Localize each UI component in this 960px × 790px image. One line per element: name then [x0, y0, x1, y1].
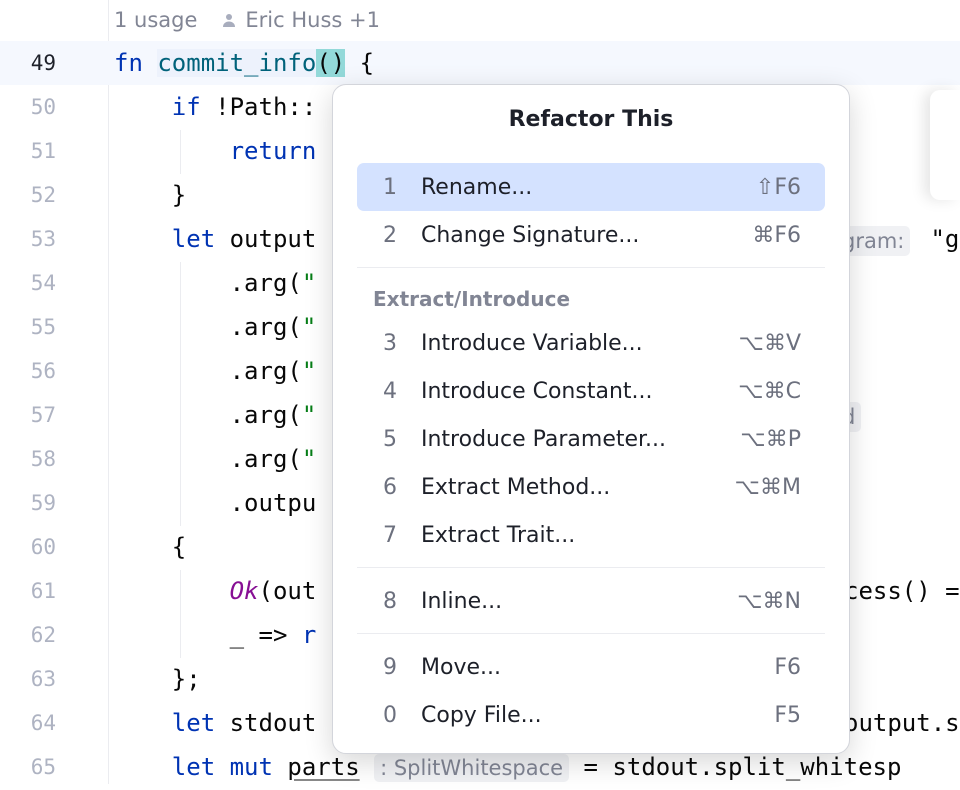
line-number: 63: [30, 667, 56, 691]
refactor-this-popup[interactable]: Refactor This 1 Rename... ⇧F6 2 Change S…: [332, 84, 850, 754]
code-fragment: "g: [916, 225, 960, 253]
code-text: let output: [114, 225, 317, 253]
item-shortcut: ⌥⌘N: [737, 588, 801, 614]
line-number: 61: [30, 579, 56, 603]
code-text: _ => r: [114, 621, 317, 649]
menu-item-introduce-variable[interactable]: 3 Introduce Variable... ⌥⌘V: [357, 319, 825, 367]
variable-parts[interactable]: parts: [287, 753, 359, 781]
item-shortcut: ⌥⌘C: [738, 378, 801, 404]
code-text: {: [114, 533, 187, 561]
line-number: 50: [30, 95, 56, 119]
code-text: .arg(": [114, 313, 317, 341]
code-text: .arg(": [114, 269, 317, 297]
menu-item-change-signature[interactable]: 2 Change Signature... ⌘F6: [357, 211, 825, 259]
item-number: 0: [383, 702, 397, 728]
line-number: 54: [30, 271, 56, 295]
code-text: fn commit_info() {: [114, 41, 374, 85]
item-shortcut: F5: [774, 702, 801, 728]
code-text: if !Path::: [114, 93, 317, 121]
item-number: 6: [383, 474, 397, 500]
menu-item-rename[interactable]: 1 Rename... ⇧F6: [357, 163, 825, 211]
item-label: Change Signature...: [421, 222, 640, 248]
code-rest: {: [345, 49, 375, 77]
line-number: 57: [30, 403, 56, 427]
item-shortcut: ⌥⌘V: [738, 330, 801, 356]
code-text: let stdout: [114, 709, 317, 737]
item-label: Introduce Parameter...: [421, 426, 667, 452]
menu-item-copy-file[interactable]: 0 Copy File... F5: [357, 691, 825, 739]
code-fragment: output.s: [844, 709, 960, 737]
item-label: Move...: [421, 654, 501, 680]
code-text: Ok(out: [229, 577, 317, 605]
group-label-extract-introduce: Extract/Introduce: [373, 287, 571, 311]
item-shortcut: ⌥⌘M: [734, 474, 801, 500]
code-text: .arg(": [114, 357, 317, 385]
code-line[interactable]: 49 fn commit_info() {: [0, 41, 960, 85]
item-number: 2: [383, 222, 397, 248]
item-label: Copy File...: [421, 702, 542, 728]
ok-variant: Ok: [229, 577, 259, 605]
item-number: 8: [383, 588, 397, 614]
popup-title: Refactor This: [508, 107, 674, 132]
item-label: Extract Method...: [421, 474, 611, 500]
line-number: 55: [30, 315, 56, 339]
item-label: Introduce Variable...: [421, 330, 643, 356]
person-icon: [223, 14, 236, 27]
menu-item-move[interactable]: 9 Move... F6: [357, 643, 825, 691]
menu-item-introduce-parameter[interactable]: 5 Introduce Parameter... ⌥⌘P: [357, 415, 825, 463]
item-label: Inline...: [421, 588, 503, 614]
item-shortcut: ⇧F6: [755, 174, 801, 200]
menu-separator: [357, 567, 825, 568]
code-text: }: [114, 181, 187, 209]
item-number: 3: [383, 330, 397, 356]
line-number: 51: [30, 139, 56, 163]
type-inlay-hint[interactable]: : SplitWhitespace: [374, 754, 570, 782]
item-shortcut: ⌘F6: [752, 222, 801, 248]
line-number: 52: [30, 183, 56, 207]
line-number: 56: [30, 359, 56, 383]
background-popup-edge: [930, 90, 960, 200]
item-number: 4: [383, 378, 397, 404]
keyword: fn: [114, 49, 158, 77]
line-number: 62: [30, 623, 56, 647]
item-shortcut: ⌥⌘P: [740, 426, 801, 452]
item-number: 7: [383, 522, 397, 548]
line-number: 64: [30, 711, 56, 735]
code-fragment: cess() =: [844, 577, 960, 605]
item-label: Extract Trait...: [421, 522, 576, 548]
item-number: 1: [383, 174, 397, 200]
menu-item-extract-method[interactable]: 6 Extract Method... ⌥⌘M: [357, 463, 825, 511]
menu-separator: [357, 633, 825, 634]
author-name: Eric Huss +1: [245, 8, 380, 32]
code-vision-hint[interactable]: 1 usage Eric Huss +1: [114, 6, 380, 34]
line-number: 58: [30, 447, 56, 471]
menu-separator: [357, 267, 825, 268]
menu-item-introduce-constant[interactable]: 4 Introduce Constant... ⌥⌘C: [357, 367, 825, 415]
line-number: 53: [30, 227, 56, 251]
menu-item-inline[interactable]: 8 Inline... ⌥⌘N: [357, 577, 825, 625]
item-number: 9: [383, 654, 397, 680]
item-label: Rename...: [421, 174, 533, 200]
line-number: 59: [30, 491, 56, 515]
code-text: .arg(": [114, 401, 317, 429]
function-name[interactable]: commit_info: [157, 49, 317, 77]
usage-count[interactable]: 1 usage: [114, 8, 197, 32]
item-shortcut: F6: [774, 654, 801, 680]
code-text: .outpu: [114, 489, 317, 517]
author-hint[interactable]: Eric Huss +1: [221, 8, 380, 32]
line-number: 65: [30, 755, 56, 779]
menu-item-extract-trait[interactable]: 7 Extract Trait...: [357, 511, 825, 559]
line-number: 60: [30, 535, 56, 559]
line-number: 49: [30, 51, 56, 75]
code-text: .arg(": [114, 445, 317, 473]
item-number: 5: [383, 426, 397, 452]
paren-match: (): [316, 49, 346, 77]
code-text: return: [114, 137, 317, 165]
code-text: };: [114, 665, 201, 693]
item-label: Introduce Constant...: [421, 378, 653, 404]
